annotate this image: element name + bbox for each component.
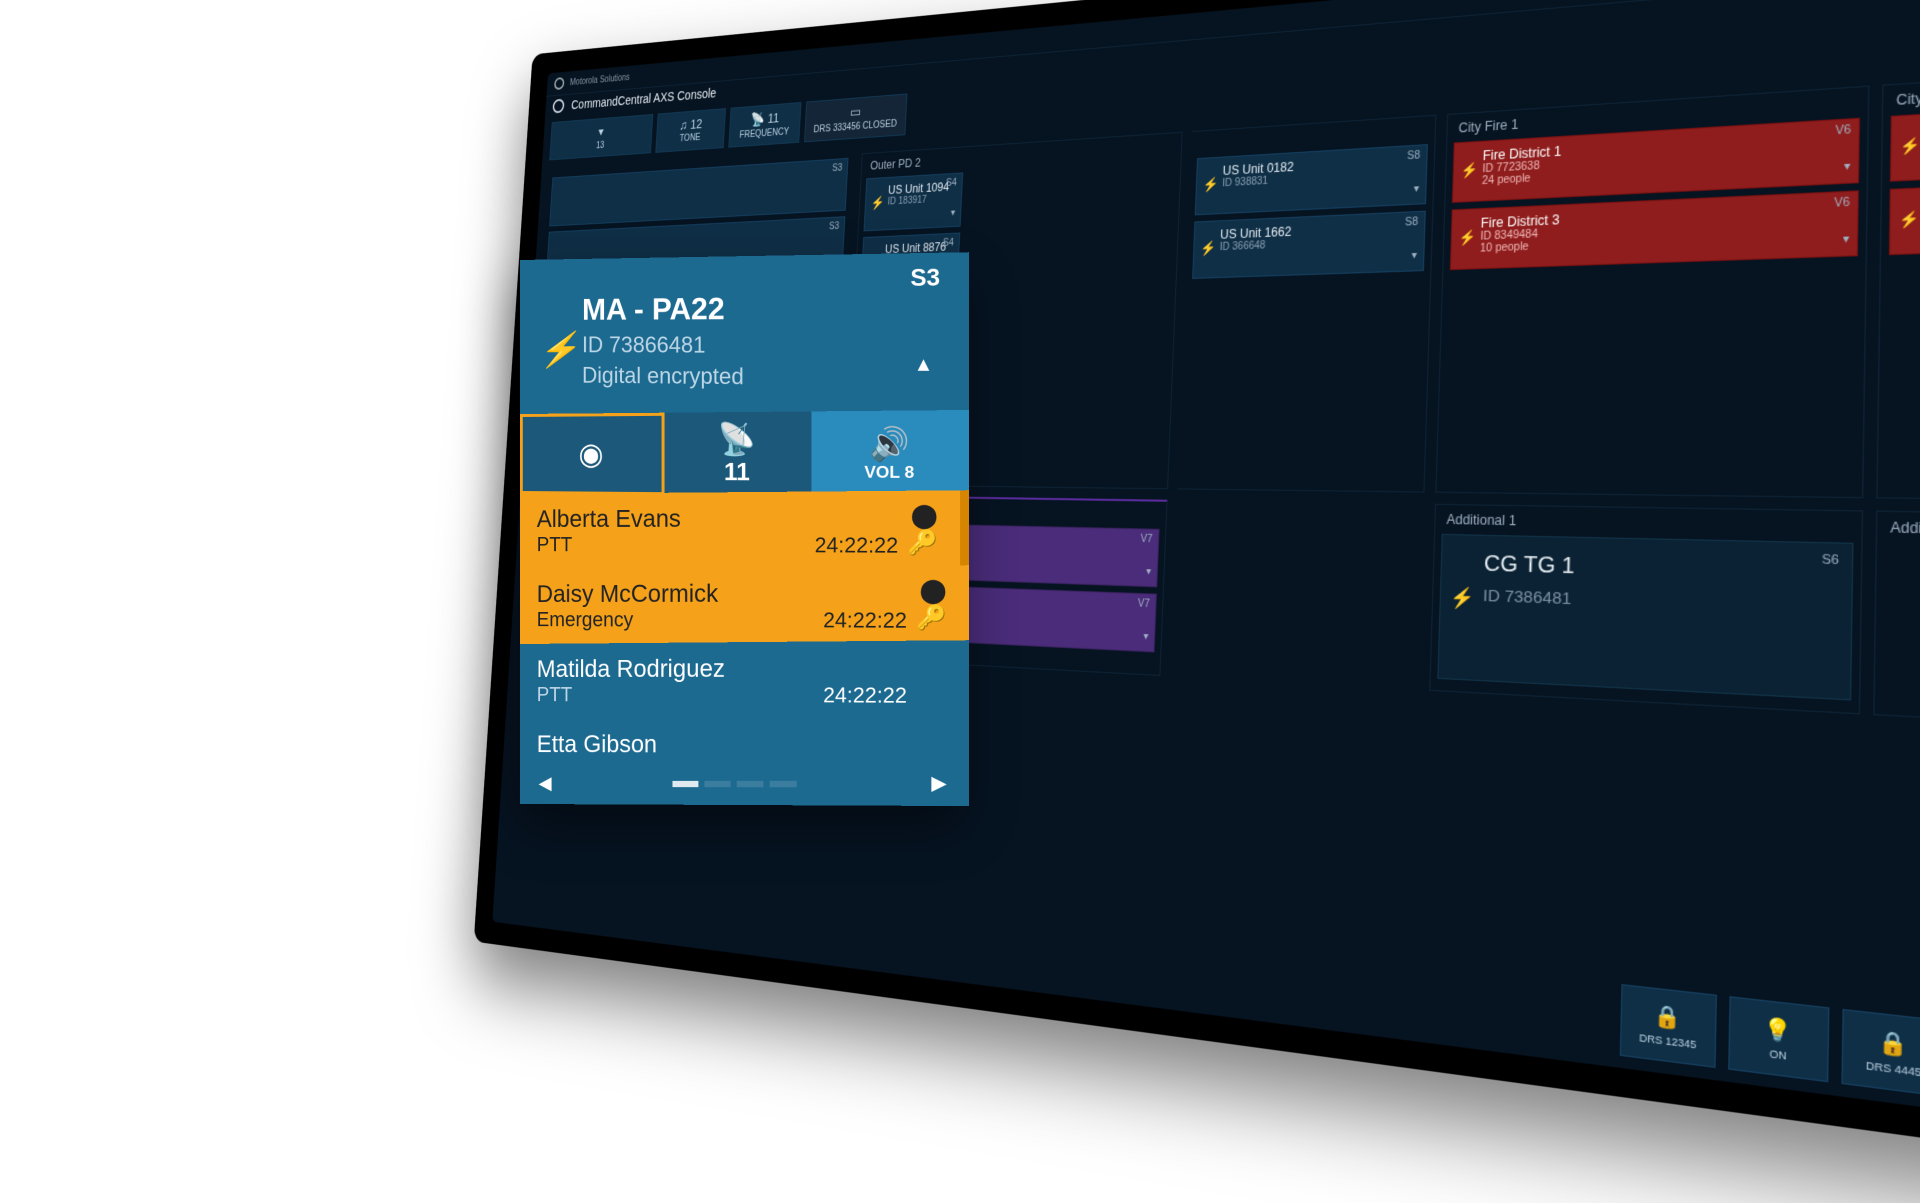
bottom-button-on[interactable]: 💡ON	[1728, 996, 1829, 1082]
chevron-down-icon[interactable]: ▾	[1411, 250, 1417, 262]
lock-icon: 🔒	[1654, 1003, 1682, 1032]
page-dot[interactable]	[737, 780, 764, 786]
zone-header: Additional 1	[1446, 512, 1854, 536]
lightbulb-icon: 💡	[1764, 1015, 1793, 1044]
chevron-down-icon[interactable]: ▾	[1146, 566, 1151, 578]
transmit-button[interactable]: 📡11	[664, 411, 812, 496]
call-row[interactable]: Etta Gibson	[520, 717, 969, 765]
toolbar-closed-button[interactable]: ▭ DRS 333456 CLOSED	[804, 93, 908, 142]
app-logo-icon	[552, 99, 564, 114]
toolbar-frequency-label: FREQUENCY	[739, 127, 789, 141]
antenna-icon: 📡 11	[750, 110, 779, 128]
popout-controls: ◉ 📡11 🔊VOL 8	[520, 410, 969, 498]
popout-slot-badge: S3	[910, 264, 940, 293]
talkgroup-tile[interactable]: S6 ⚡ CG TG 1 ID 7386481	[1437, 534, 1853, 701]
chevron-down-icon[interactable]: ▾	[1414, 183, 1420, 195]
bolt-icon: ⚡	[1460, 162, 1478, 180]
popout-channel-name: MA - PA22	[582, 290, 940, 328]
slot-tile[interactable]: S3	[549, 158, 848, 227]
bolt-icon: ⚡	[1458, 229, 1476, 247]
unit-tile[interactable]: ⚡S4US Unit 1094ID 183917▾	[864, 172, 964, 231]
zone-additional-2: Additional 2	[1873, 510, 1920, 743]
channel-popout: S3 ⚡ ▲ MA - PA22 ID 73866481 Digital enc…	[520, 260, 960, 804]
page-next-button[interactable]: ▶	[931, 772, 946, 795]
bolt-icon: ⚡	[1200, 240, 1216, 257]
popout-pager: ◀ ▶	[520, 761, 969, 806]
bolt-icon: ⚡	[870, 195, 884, 211]
popout-channel-mode: Digital encrypted	[582, 362, 940, 392]
lock-icon: 🔒	[1879, 1029, 1909, 1059]
zone-outer-pd-right: ⚡S8US Unit 0182ID 938831▾ ⚡S8US Unit 166…	[1178, 115, 1437, 493]
speaker-icon: 🔊	[869, 425, 910, 463]
bottom-bar: 🔒DRS 12345 💡ON 🔒DRS 4445 💡ON 🔒CLOSED ⚙ST…	[1620, 984, 1920, 1147]
bolt-icon: ⚡	[539, 330, 579, 371]
toolbar-closed-label: DRS 333456 CLOSED	[813, 119, 897, 135]
vendor-name: Motorola Solutions	[570, 72, 630, 87]
antenna-icon: 📡	[718, 421, 756, 458]
music-note-icon: ♫ 12	[679, 116, 703, 132]
page-prev-button[interactable]: ◀	[539, 773, 552, 794]
warning-icon: ⬤	[911, 501, 938, 529]
bottom-button-drs[interactable]: 🔒DRS 4445	[1841, 1009, 1920, 1097]
page-dots	[672, 780, 796, 786]
key-icon: 🔑	[908, 529, 938, 557]
bolt-icon: ⚡	[1898, 210, 1919, 230]
zone-additional-1: Additional 1 S6 ⚡ CG TG 1 ID 7386481	[1429, 504, 1863, 715]
call-row[interactable]: Matilda Rodriguez PTT 24:22:22	[520, 640, 969, 723]
bolt-icon: ⚡	[1899, 136, 1920, 156]
chevron-up-icon[interactable]: ▲	[914, 353, 934, 376]
zone-header: Additional 2	[1890, 519, 1920, 546]
volume-button[interactable]: 🔊VOL 8	[812, 410, 969, 498]
chevron-down-icon[interactable]: ▾	[1843, 233, 1850, 246]
alert-icon: ◉	[578, 436, 603, 472]
bottom-button-drs[interactable]: 🔒DRS 12345	[1620, 984, 1717, 1068]
alert-button[interactable]: ◉	[520, 413, 664, 496]
warning-icon: ⬤	[919, 576, 946, 604]
popout-channel-id: ID 73866481	[582, 332, 940, 360]
call-row[interactable]: ⬤ Alberta Evans PTT 24:22:22 🔑	[520, 490, 969, 573]
motorola-logo-icon	[554, 77, 565, 90]
chevron-down-icon[interactable]: ▾	[1143, 631, 1148, 643]
toolbar-tone-label: TONE	[679, 133, 701, 144]
page-dot[interactable]	[770, 780, 797, 786]
bolt-icon: ⚡	[1449, 586, 1475, 610]
chevron-down-icon[interactable]: ▾	[951, 208, 956, 219]
chevron-down-icon: ▾	[598, 124, 604, 139]
fire-district-tile[interactable]: ⚡V6Fire District 3ID 834948410 people▾	[1450, 190, 1859, 270]
zone-city-fire-2: City Fire 2 ⚡V6Fire District 2ID 1288390…	[1876, 51, 1920, 505]
chevron-down-icon[interactable]: ▾	[1844, 160, 1851, 173]
call-row[interactable]: ⬤ Daisy McCormick Emergency 24:22:22 🔑	[520, 565, 969, 648]
key-icon: 🔑	[916, 604, 946, 632]
zone-city-fire-1: City Fire 1 ⚡V6Fire District 1ID 7723638…	[1435, 86, 1869, 499]
bolt-icon: ⚡	[1202, 176, 1218, 193]
unit-tile[interactable]: ⚡S8US Unit 0182ID 938831▾	[1195, 144, 1428, 215]
toolbar-btn-blank[interactable]: ▾ 13	[549, 114, 653, 160]
popout-header[interactable]: S3 ⚡ ▲ MA - PA22 ID 73866481 Digital enc…	[520, 252, 969, 422]
unit-tile[interactable]: ⚡S8US Unit 1662ID 366648▾	[1192, 211, 1426, 279]
toolbar-tone-button[interactable]: ♫ 12 TONE	[655, 108, 726, 153]
page-dot[interactable]	[672, 780, 698, 786]
toolbar-frequency-button[interactable]: 📡 11 FREQUENCY	[728, 102, 801, 148]
page-dot[interactable]	[704, 780, 730, 786]
document-icon: ▭	[850, 104, 862, 121]
